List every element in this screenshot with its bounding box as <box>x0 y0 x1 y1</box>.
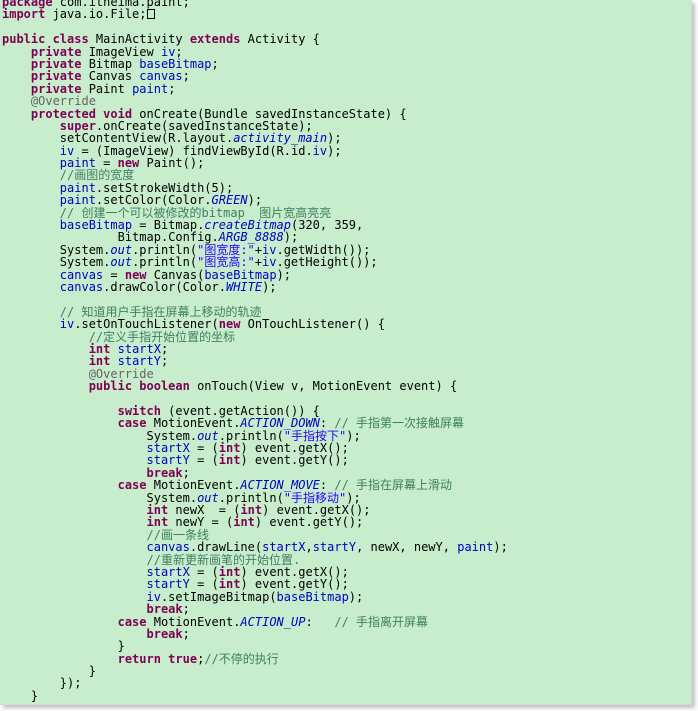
code-line: canvas.drawColor(Color.WHITE); <box>2 281 508 293</box>
code-token: .drawColor(Color. <box>103 279 226 294</box>
keyword-token: public boolean <box>88 379 190 394</box>
code-token: Paint(); <box>139 156 205 171</box>
field-token: startY <box>312 540 357 555</box>
keyword-token: break <box>146 626 183 641</box>
code-token: OnTouchListener() { <box>240 317 385 332</box>
static-member-token: WHITE <box>225 279 263 294</box>
code-token: } <box>2 688 39 703</box>
code-token: ; <box>211 56 219 71</box>
code-line: import java.io.File; <box>2 7 508 22</box>
field-token: paint <box>132 81 169 96</box>
keyword-token: return true <box>117 651 198 666</box>
code-token: onTouch(View v, MotionEvent event) { <box>189 379 458 394</box>
code-token: .getHeight()); <box>276 255 378 270</box>
code-token: ; <box>160 354 169 369</box>
code-token: ) event.getY(); <box>254 515 364 530</box>
field-token: canvas <box>59 279 104 294</box>
code-comment: // 手指离开屏幕 <box>334 614 429 629</box>
code-line: }); <box>2 677 508 689</box>
code-line: } <box>2 690 508 702</box>
code-token: ); <box>262 279 277 294</box>
code-token: : <box>305 614 335 629</box>
code-token: (320, 359, <box>291 218 364 233</box>
field-token: iv <box>312 143 328 158</box>
keyword-token: extends <box>189 32 241 47</box>
keyword-token: int <box>218 453 241 468</box>
code-token: = ( <box>189 453 219 468</box>
source-code[interactable]: package com.itheima.paint; import java.io… <box>2 0 508 702</box>
static-member-token: ACTION_UP <box>240 614 306 629</box>
code-token: ); <box>348 589 364 604</box>
field-token: baseBitmap <box>276 589 349 604</box>
keyword-token: int <box>233 515 255 530</box>
code-token: java.io.File; <box>45 7 147 22</box>
code-token: Activity { <box>240 32 320 47</box>
code-token: ; <box>182 69 190 84</box>
code-token: , newX, newY, <box>356 540 458 555</box>
code-token: ; <box>168 81 176 96</box>
code-editor[interactable]: package com.itheima.paint; import java.io… <box>0 0 692 705</box>
code-token: ; <box>182 626 190 641</box>
code-token: ) event.getY(); <box>240 453 349 468</box>
text-cursor-box <box>146 9 155 20</box>
code-line: public boolean onTouch(View v, MotionEve… <box>2 380 508 392</box>
code-comment: //不停的执行 <box>204 651 279 666</box>
code-token: ); <box>276 267 292 282</box>
code-token: , <box>305 540 313 555</box>
code-token: ); <box>327 143 342 158</box>
field-token: paint <box>457 540 494 555</box>
code-token: ); <box>493 540 508 555</box>
